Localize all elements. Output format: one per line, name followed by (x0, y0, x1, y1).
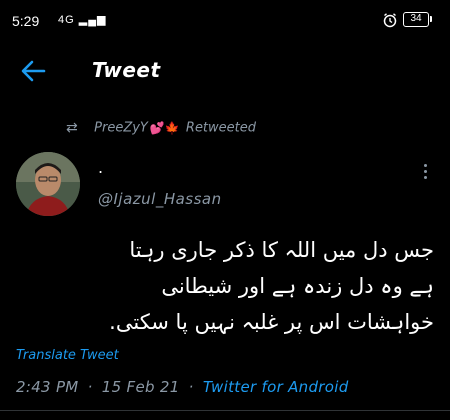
avatar-image (16, 152, 80, 216)
meta-separator: · (188, 378, 194, 396)
translate-tweet-link[interactable]: Translate Tweet (16, 348, 119, 363)
tweet-source-link[interactable]: Twitter for Android (203, 378, 349, 396)
tweet-meta: 2:43 PM · 15 Feb 21 · Twitter for Androi… (16, 378, 349, 396)
tweet-date: 15 Feb 21 (101, 378, 180, 396)
status-bar: 5:29 4G ▂▄▆ 34 (0, 0, 450, 40)
tweet-time: 2:43 PM (16, 378, 79, 396)
author-handle[interactable]: @Ijazul_Hassan (98, 190, 222, 208)
page-title: Tweet (92, 58, 161, 82)
network-type: 4G (58, 14, 75, 26)
retweeted-label: Retweeted (185, 120, 257, 136)
retweet-icon: ⇄ (66, 120, 78, 136)
tweet-text-line: خواہشات اس پر غلبہ نہیں پا سکتی. (109, 310, 434, 334)
more-vertical-icon[interactable] (418, 162, 432, 184)
retweeter-emojis: 💕🍁 (149, 121, 180, 135)
tweet-text-line: ہے وہ دل زندہ ہے اور شیطانی (161, 274, 434, 298)
tweet-text-line: جس دل میں اللہ کا ذکر جاری رہتا (129, 238, 434, 262)
arrow-left-icon[interactable] (18, 58, 48, 84)
battery-icon: 34 (403, 12, 432, 27)
meta-separator: · (87, 378, 93, 396)
tweet-text: جس دل میں اللہ کا ذکر جاری رہتا ہے وہ دل… (20, 232, 434, 340)
retweeter-name[interactable]: PreeZyY (94, 121, 148, 136)
retweet-context[interactable]: ⇄ PreeZyY 💕🍁 Retweeted (66, 120, 256, 140)
battery-level: 34 (410, 13, 422, 24)
signal-icon: 4G ▂▄▆ (58, 14, 107, 26)
author-name[interactable]: . (98, 158, 103, 177)
status-time: 5:29 (12, 13, 40, 29)
divider (0, 410, 450, 411)
top-bar: Tweet (0, 50, 450, 92)
avatar[interactable] (16, 152, 80, 216)
alarm-icon (383, 13, 397, 28)
